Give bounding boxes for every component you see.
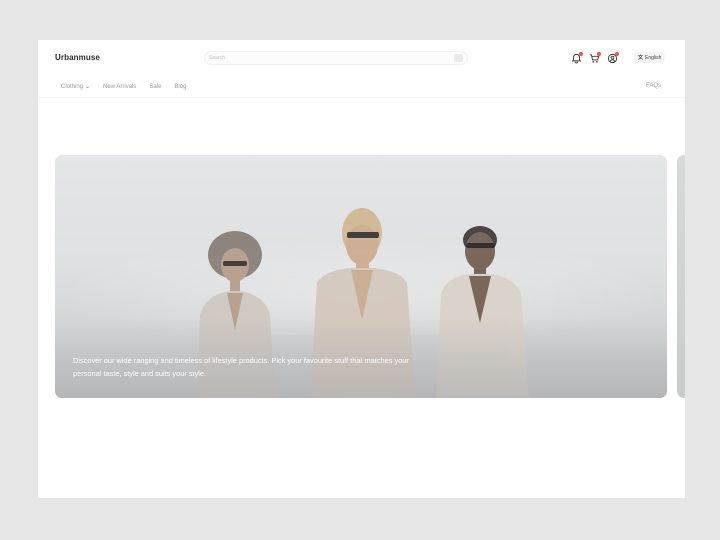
logo[interactable]: Urbanmuse — [55, 53, 100, 62]
carousel-next-card[interactable] — [677, 155, 685, 398]
nav-item-sale[interactable]: Sale — [149, 83, 161, 90]
header-icons — [571, 51, 619, 64]
nav-item-faqs[interactable]: FAQs — [646, 83, 661, 89]
hero-banner[interactable]: Discover our wide ranging and timeless o… — [55, 155, 667, 398]
translate-icon: 文 — [638, 55, 644, 61]
cart-badge — [597, 51, 601, 56]
search-input[interactable] — [209, 53, 439, 63]
notification-icon[interactable] — [571, 51, 583, 64]
user-badge — [615, 51, 619, 56]
nav-item-clothing[interactable]: Clothing ⌄ — [61, 83, 91, 91]
nav-divider — [38, 97, 685, 98]
search-bar[interactable] — [204, 51, 468, 65]
user-icon[interactable] — [607, 51, 619, 64]
nav-item-label: Clothing — [61, 83, 84, 90]
nav-item-blog[interactable]: Blog — [174, 83, 186, 90]
language-label: English — [645, 54, 662, 61]
main-nav: Clothing ⌄ New Arrivals Sale Blog — [61, 83, 186, 91]
browser-page: Urbanmuse 文 English Clothing ⌄ New Arriv… — [38, 40, 685, 498]
language-selector[interactable]: 文 English — [634, 52, 666, 63]
nav-item-new-arrivals[interactable]: New Arrivals — [103, 83, 136, 90]
cart-icon[interactable] — [589, 51, 601, 64]
hero-caption: Discover our wide ranging and timeless o… — [73, 356, 409, 378]
search-icon[interactable] — [454, 54, 463, 62]
chevron-down-icon: ⌄ — [84, 84, 91, 90]
notification-badge — [579, 51, 583, 56]
